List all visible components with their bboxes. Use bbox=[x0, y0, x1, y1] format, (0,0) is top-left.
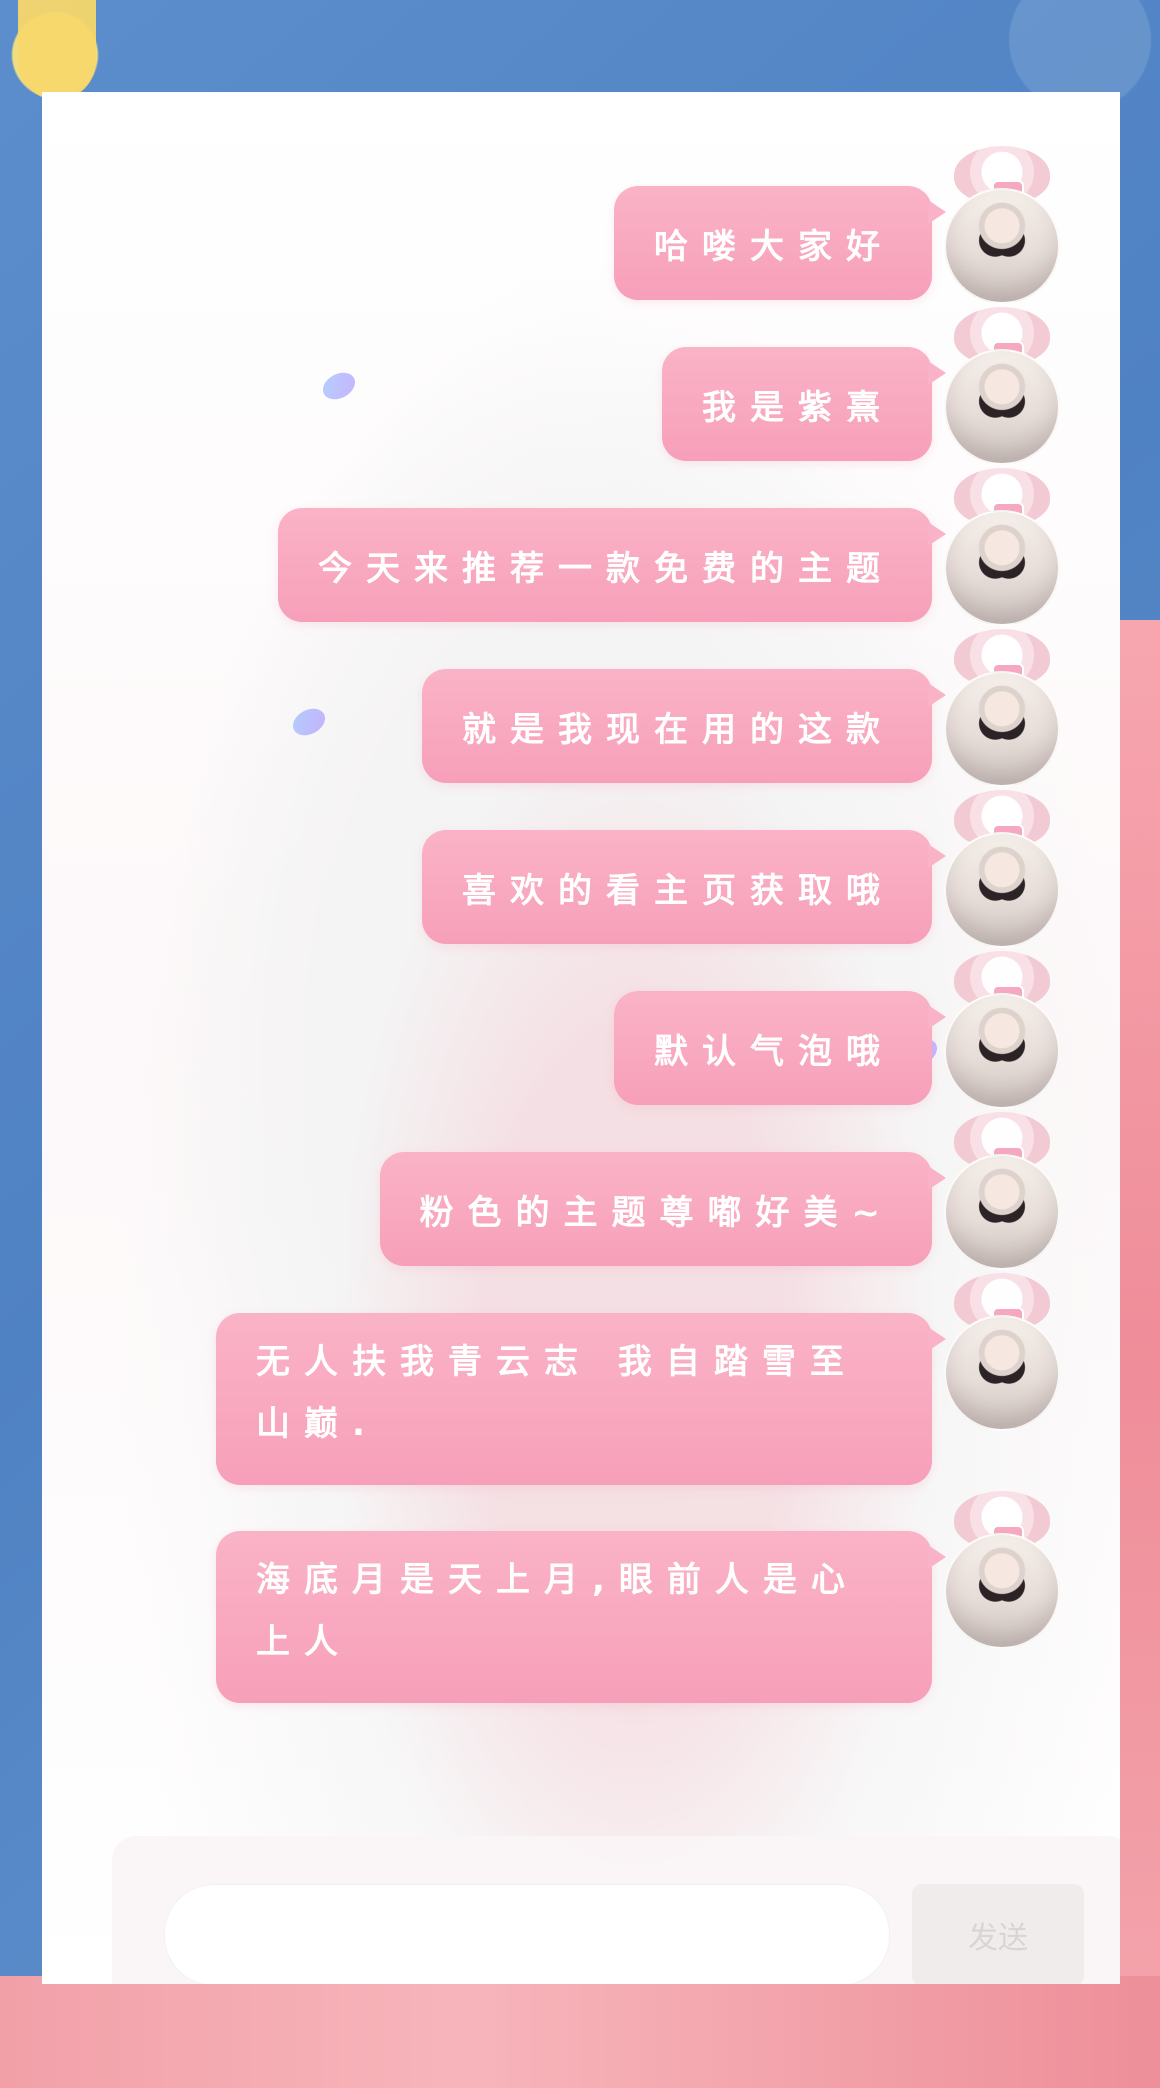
chat-bubble: 我是紫熹 bbox=[662, 347, 946, 461]
message-row: 哈喽大家好 bbox=[64, 146, 1064, 306]
message-text: 就是我现在用的这款 bbox=[462, 709, 894, 750]
message-input[interactable] bbox=[164, 1884, 890, 1984]
message-row: 粉色的主题尊嘟好美~ bbox=[64, 1112, 1064, 1272]
avatar-photo bbox=[944, 1315, 1060, 1431]
avatar[interactable] bbox=[940, 629, 1064, 789]
avatar-photo bbox=[944, 832, 1060, 948]
message-row: 今天来推荐一款免费的主题 bbox=[64, 468, 1064, 628]
chat-bubble: 粉色的主题尊嘟好美~ bbox=[379, 1152, 946, 1266]
moon-decoration bbox=[18, 0, 96, 100]
avatar[interactable] bbox=[940, 146, 1064, 306]
message-row: 就是我现在用的这款 bbox=[64, 629, 1064, 789]
message-row: 海底月是天上月,眼前人是心上人 bbox=[64, 1491, 1064, 1703]
message-row: 无人扶我青云志 我自踏雪至山巅. bbox=[64, 1273, 1064, 1485]
message-text: 无人扶我青云志 我自踏雪至山巅. bbox=[256, 1342, 858, 1444]
message-text: 喜欢的看主页获取哦 bbox=[462, 870, 894, 911]
chat-bubble: 哈喽大家好 bbox=[614, 186, 946, 300]
avatar[interactable] bbox=[940, 307, 1064, 467]
message-text: 粉色的主题尊嘟好美~ bbox=[419, 1192, 894, 1233]
message-text: 默认气泡哦 bbox=[654, 1031, 894, 1072]
avatar-photo bbox=[944, 510, 1060, 626]
message-row: 喜欢的看主页获取哦 bbox=[64, 790, 1064, 950]
chat-bubble: 就是我现在用的这款 bbox=[422, 669, 946, 783]
send-button[interactable]: 发送 bbox=[912, 1884, 1084, 1984]
send-button-label: 发送 bbox=[968, 1922, 1028, 1955]
chat-bubble: 无人扶我青云志 我自踏雪至山巅. bbox=[216, 1313, 946, 1485]
chat-bubble: 默认气泡哦 bbox=[614, 991, 946, 1105]
chat-window: 哈喽大家好 我是紫熹 今天来推荐一款免费的主题 就是我现在用的这款 喜欢的看主页… bbox=[42, 92, 1120, 1984]
avatar[interactable] bbox=[940, 1491, 1064, 1651]
message-row: 我是紫熹 bbox=[64, 307, 1064, 467]
message-text: 哈喽大家好 bbox=[654, 226, 894, 267]
avatar[interactable] bbox=[940, 790, 1064, 950]
avatar[interactable] bbox=[940, 468, 1064, 628]
avatar[interactable] bbox=[940, 951, 1064, 1111]
avatar-photo bbox=[944, 671, 1060, 787]
avatar[interactable] bbox=[940, 1273, 1064, 1433]
avatar-photo bbox=[944, 1154, 1060, 1270]
chat-bubble: 海底月是天上月,眼前人是心上人 bbox=[216, 1531, 946, 1703]
avatar-photo bbox=[944, 349, 1060, 465]
message-text: 海底月是天上月,眼前人是心上人 bbox=[256, 1560, 859, 1662]
avatar-photo bbox=[944, 188, 1060, 304]
avatar-photo bbox=[944, 1533, 1060, 1649]
chat-bubble: 喜欢的看主页获取哦 bbox=[422, 830, 946, 944]
chat-bubble: 今天来推荐一款免费的主题 bbox=[278, 508, 946, 622]
composer-panel: 发送 bbox=[112, 1836, 1120, 1984]
message-row: 默认气泡哦 bbox=[64, 951, 1064, 1111]
message-text: 今天来推荐一款免费的主题 bbox=[318, 548, 894, 589]
message-text: 我是紫熹 bbox=[702, 387, 894, 428]
pink-wall-bottom bbox=[0, 1976, 1160, 2088]
avatar[interactable] bbox=[940, 1112, 1064, 1272]
avatar-photo bbox=[944, 993, 1060, 1109]
